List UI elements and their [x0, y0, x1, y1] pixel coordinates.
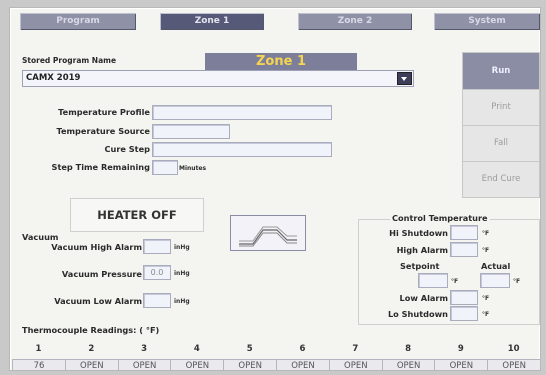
actual-field: [480, 273, 510, 288]
temperature-profile-label: Temperature Profile: [58, 107, 150, 117]
thermocouple-reading: OPEN: [487, 359, 540, 370]
lo-shutdown-unit: °F: [482, 311, 490, 318]
thermocouple-number: 8: [405, 344, 412, 354]
thermocouple-number: 7: [352, 344, 359, 354]
thermocouple-reading: OPEN: [276, 359, 330, 370]
high-alarm-field[interactable]: [450, 242, 478, 257]
end-cure-button[interactable]: End Cure: [462, 161, 540, 198]
thermocouple-number: 9: [457, 344, 464, 354]
low-alarm-label: Low Alarm: [399, 293, 449, 303]
print-button[interactable]: Print: [462, 89, 540, 126]
cure-step-field[interactable]: [152, 142, 332, 157]
setpoint-unit: °F: [451, 278, 459, 285]
step-time-field[interactable]: [152, 160, 178, 175]
high-alarm-unit: °F: [482, 247, 490, 254]
setpoint-label: Setpoint: [400, 261, 440, 271]
high-alarm-label: High Alarm: [396, 245, 448, 255]
vacuum-low-alarm-label: Vacuum Low Alarm: [54, 296, 142, 306]
vacuum-high-alarm-field[interactable]: [143, 239, 171, 254]
heater-status: HEATER OFF: [70, 198, 204, 232]
tab-zone-1[interactable]: Zone 1: [160, 13, 264, 30]
setpoint-field[interactable]: [418, 273, 448, 288]
vacuum-pressure-unit: inHg: [174, 270, 190, 277]
thermocouple-reading: OPEN: [434, 359, 489, 370]
thermocouple-title: Thermocouple Readings: ( °F): [22, 325, 160, 335]
thermocouple-reading: OPEN: [328, 359, 383, 370]
low-alarm-field[interactable]: [450, 290, 478, 305]
thermocouple-reading: OPEN: [223, 359, 278, 370]
vacuum-low-alarm-unit: inHg: [174, 298, 190, 305]
thermocouple-number: 1: [35, 344, 42, 354]
actual-unit: °F: [513, 278, 521, 285]
thermocouple-reading: 76: [12, 359, 66, 370]
stored-program-label: Stored Program Name: [22, 56, 117, 65]
thermocouple-number: 5: [246, 344, 253, 354]
hi-shutdown-field[interactable]: [450, 225, 478, 240]
cure-step-label: Cure Step: [104, 144, 150, 154]
program-select-value: CAMX 2019: [26, 73, 81, 83]
vacuum-pressure-field: 0.0: [143, 265, 171, 280]
thermocouple-reading: OPEN: [64, 359, 119, 370]
tab-zone-2[interactable]: Zone 2: [298, 13, 412, 30]
temperature-source-field[interactable]: [152, 124, 230, 139]
profile-graph-icon[interactable]: [230, 215, 306, 251]
thermocouple-reading: OPEN: [170, 359, 225, 370]
thermocouple-number: 2: [88, 344, 95, 354]
thermocouple-reading: OPEN: [117, 359, 172, 370]
control-temperature-title: Control Temperature: [390, 213, 490, 223]
thermocouple-number: 10: [507, 344, 520, 354]
fall-button[interactable]: Fall: [462, 125, 540, 162]
temperature-profile-field[interactable]: [152, 105, 332, 120]
thermocouple-number: 3: [141, 344, 148, 354]
zone-title: Zone 1: [205, 53, 357, 70]
temperature-source-label: Temperature Source: [56, 126, 150, 136]
program-select[interactable]: CAMX 2019: [22, 70, 414, 87]
low-alarm-unit: °F: [482, 295, 490, 302]
tab-system[interactable]: System: [434, 13, 540, 30]
vacuum-low-alarm-field[interactable]: [143, 293, 171, 308]
chevron-down-icon[interactable]: [397, 72, 412, 85]
thermocouple-number: 6: [299, 344, 306, 354]
vacuum-high-alarm-unit: inHg: [174, 244, 190, 251]
minutes-unit: Minutes: [179, 165, 207, 172]
hi-shutdown-unit: °F: [482, 230, 490, 237]
hi-shutdown-label: Hi Shutdown: [389, 228, 448, 238]
run-button[interactable]: Run: [462, 52, 540, 90]
lo-shutdown-label: Lo Shutdown: [387, 309, 448, 319]
thermocouple-number: 4: [193, 344, 200, 354]
tab-program[interactable]: Program: [20, 13, 136, 30]
thermocouple-reading: OPEN: [381, 359, 436, 370]
step-time-label: Step Time Remaining: [51, 162, 150, 172]
vacuum-high-alarm-label: Vacuum High Alarm: [51, 242, 142, 252]
actual-label: Actual: [481, 261, 511, 271]
vacuum-title: Vacuum: [22, 232, 59, 242]
controller-screen: Program Zone 1 Zone 2 System Stored Prog…: [9, 7, 541, 371]
lo-shutdown-field[interactable]: [450, 306, 478, 321]
vacuum-pressure-label: Vacuum Pressure: [61, 269, 142, 279]
